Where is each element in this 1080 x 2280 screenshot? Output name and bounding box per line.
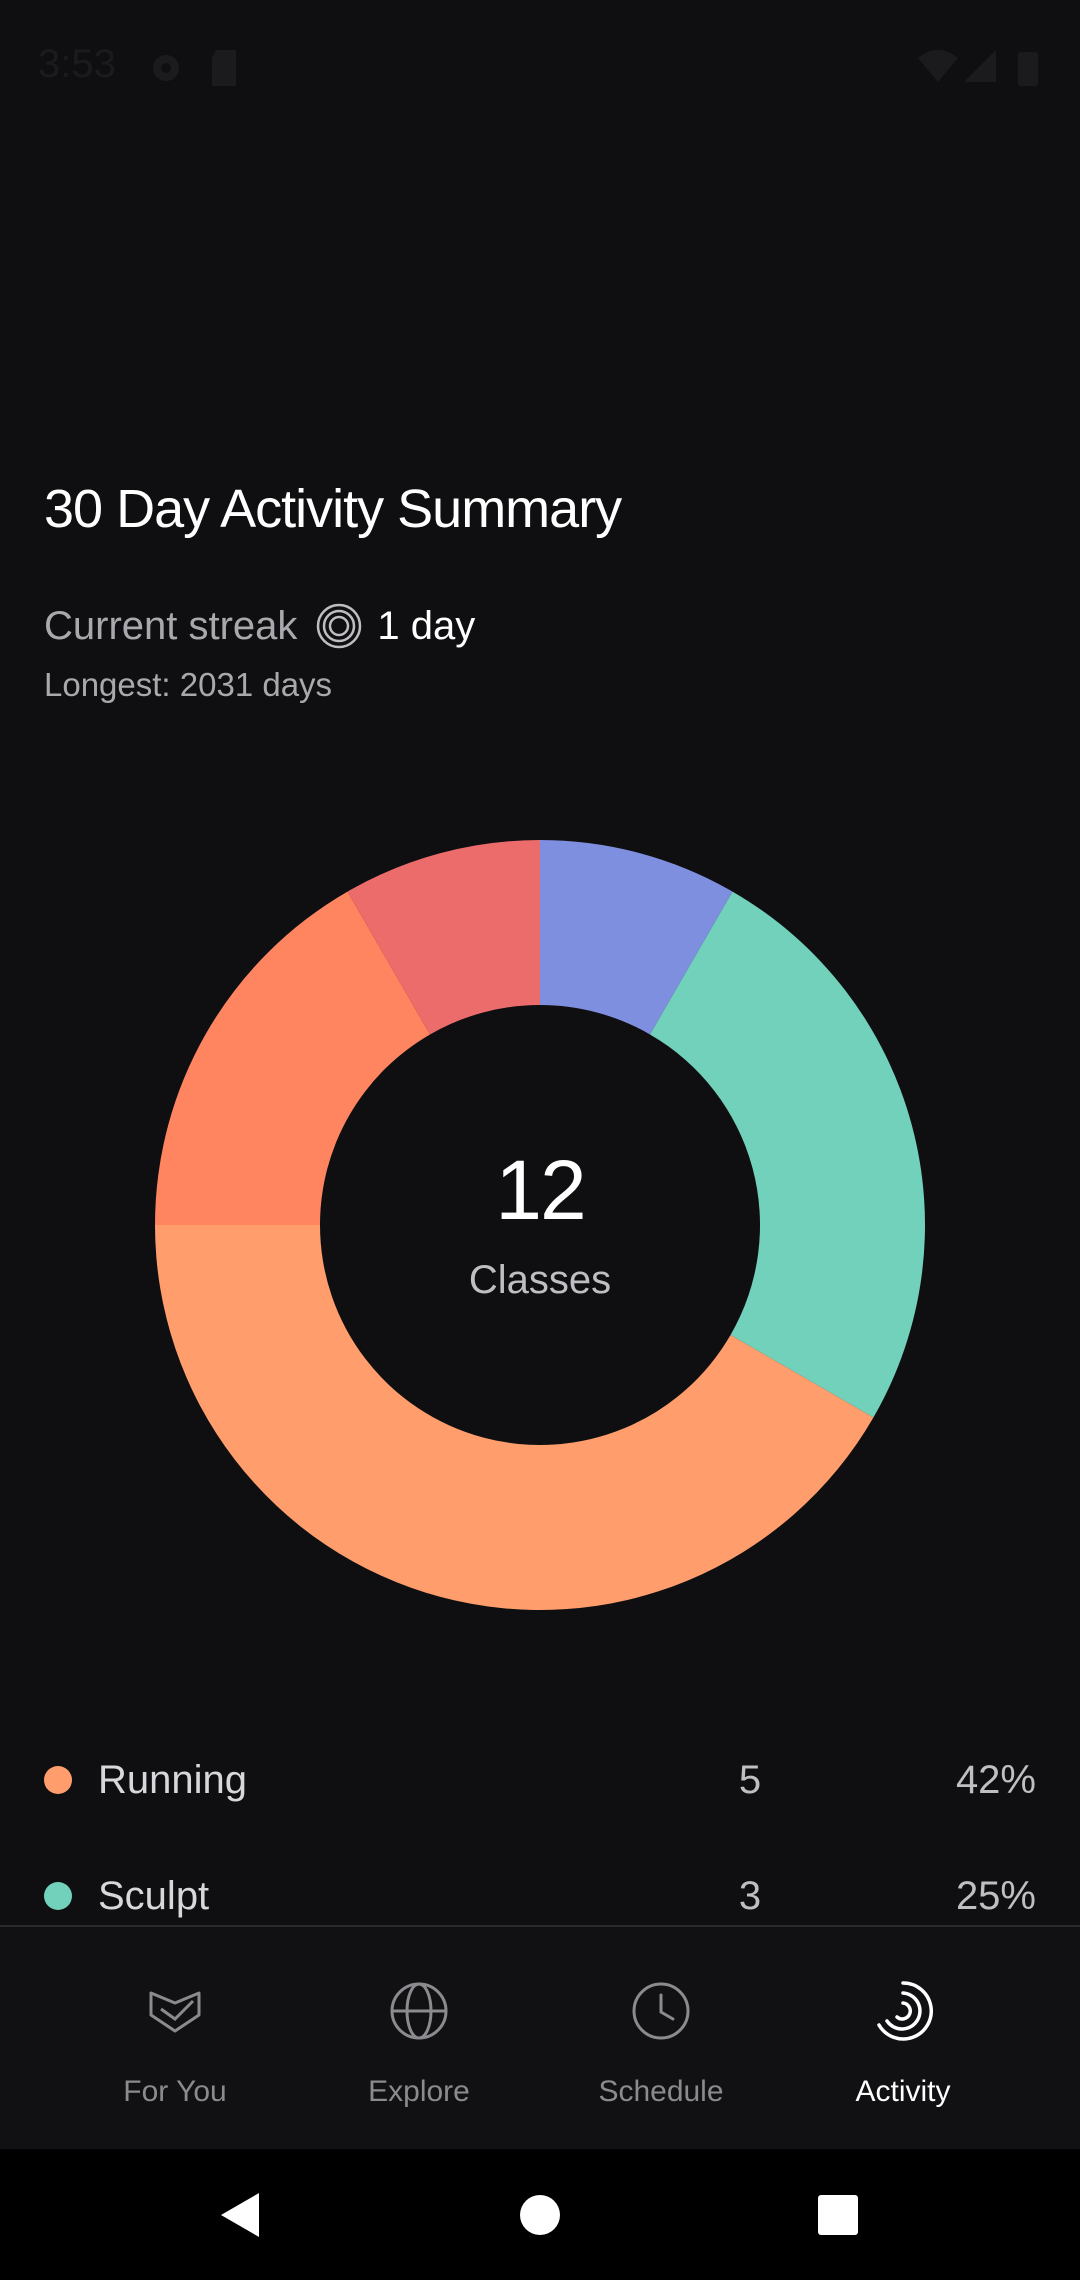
tab-label: Schedule bbox=[598, 2075, 724, 2108]
tab-label: Activity bbox=[855, 2075, 951, 2108]
classes-total: 12 bbox=[495, 1143, 586, 1237]
bottom-tab-bar: For You Explore Schedule Activity bbox=[0, 1925, 1080, 2151]
donut-slice-unlabeled-red- bbox=[347, 840, 540, 1035]
legend-dot bbox=[44, 1882, 72, 1910]
legend-name: Running bbox=[98, 1758, 248, 1802]
back-triangle-icon[interactable] bbox=[205, 2179, 277, 2251]
legend-name: Sculpt bbox=[98, 1874, 210, 1918]
tab-schedule[interactable]: Schedule bbox=[540, 1927, 782, 2151]
legend-percent: 25% bbox=[955, 1874, 1036, 1918]
legend-count: 3 bbox=[738, 1874, 762, 1918]
legend-percent: 42% bbox=[955, 1758, 1036, 1802]
legend-dot bbox=[44, 1766, 72, 1794]
classes-label: Classes bbox=[468, 1258, 612, 1302]
legend-row-running[interactable]: Running 5 42% bbox=[0, 1740, 1080, 1820]
legend-count: 5 bbox=[738, 1758, 762, 1802]
wifi-icon bbox=[918, 50, 958, 82]
donut-slice-unlabeled-blue- bbox=[540, 840, 733, 1035]
activity-rings-icon bbox=[877, 1981, 933, 2041]
status-bar: 3:53 bbox=[0, 0, 1080, 136]
streak-value: 1 day bbox=[377, 603, 476, 648]
streak-rings-icon bbox=[317, 603, 362, 649]
sd-card-icon bbox=[212, 50, 236, 86]
legend-row-sculpt[interactable]: Sculpt 3 25% bbox=[0, 1856, 1080, 1936]
recents-square-icon[interactable] bbox=[802, 2179, 874, 2251]
battery-icon bbox=[1018, 52, 1038, 86]
tab-label: For You bbox=[123, 2075, 227, 2108]
home-circle-icon[interactable] bbox=[504, 2179, 576, 2251]
signal-icon bbox=[964, 50, 996, 82]
clock-icon bbox=[632, 1982, 690, 2040]
settings-gear-icon bbox=[153, 55, 179, 81]
for-you-icon bbox=[149, 1991, 201, 2033]
page-title: 30 Day Activity Summary bbox=[44, 479, 622, 539]
tab-activity[interactable]: Activity bbox=[782, 1927, 1024, 2151]
current-streak: Current streak 1 day bbox=[44, 596, 475, 656]
globe-icon bbox=[390, 1982, 448, 2040]
streak-label: Current streak bbox=[44, 603, 298, 648]
tab-for-you[interactable]: For You bbox=[54, 1927, 296, 2151]
tab-label: Explore bbox=[368, 2075, 470, 2108]
tab-explore[interactable]: Explore bbox=[298, 1927, 540, 2151]
longest-streak: Longest: 2031 days bbox=[44, 666, 333, 703]
status-time: 3:53 bbox=[38, 42, 116, 86]
system-nav-bar bbox=[0, 2149, 1080, 2280]
